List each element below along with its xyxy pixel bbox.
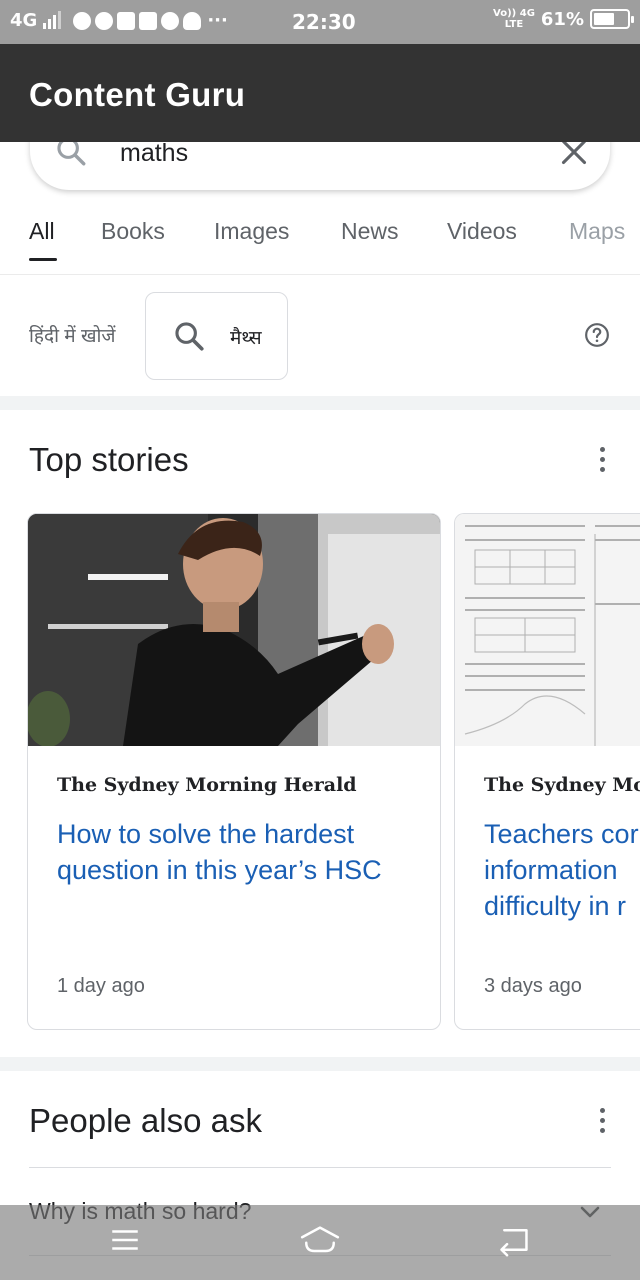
status-right: Vo)) 4G LTE 61% [493, 8, 634, 30]
navigation-bar [0, 1205, 640, 1280]
tab-books[interactable]: Books [101, 218, 165, 245]
hindi-chip-label: मैथ्स [230, 328, 262, 349]
hindi-search-row: हिंदी में खोजें मैथ्स [0, 292, 640, 382]
search-icon [172, 319, 206, 358]
tab-maps[interactable]: Maps [569, 218, 625, 245]
tab-all[interactable]: All [29, 218, 55, 245]
story-card[interactable]: The Sydney Mornin Teachers cor informati… [454, 513, 640, 1030]
volte-indicator: Vo)) 4G LTE [493, 8, 535, 30]
story-source: The Sydney Mornin [484, 774, 640, 796]
story-time: 1 day ago [57, 975, 145, 997]
hindi-label: हिंदी में खोजें [29, 326, 116, 347]
close-icon[interactable] [560, 138, 588, 171]
cloud-icon [183, 11, 202, 30]
people-also-ask-title: People also ask [29, 1102, 262, 1139]
story-card[interactable]: The Sydney Morning Herald How to solve t… [27, 513, 441, 1030]
tab-images[interactable]: Images [214, 218, 289, 245]
tab-videos[interactable]: Videos [447, 218, 517, 245]
mail-icon [139, 11, 158, 30]
back-icon[interactable] [496, 1223, 532, 1262]
top-stories-title: Top stories [29, 441, 189, 478]
home-icon[interactable] [298, 1223, 342, 1262]
play-icon [117, 11, 136, 30]
section-separator [0, 1057, 640, 1071]
story-headline[interactable]: Teachers cor information difficulty in r [484, 816, 640, 924]
story-image [28, 514, 440, 746]
volte-top: Vo)) 4G [493, 8, 535, 19]
help-icon[interactable] [584, 322, 610, 353]
search-input[interactable]: maths [120, 139, 188, 168]
chrome-icon [161, 11, 180, 30]
app-bar: Content Guru [0, 44, 640, 142]
volte-bottom: LTE [504, 19, 524, 30]
more-notifications-icon: ··· [207, 10, 228, 31]
app-title: Content Guru [29, 76, 246, 113]
status-left: 4G ··· [10, 10, 228, 31]
battery-fill [594, 13, 614, 25]
tabs-divider [0, 274, 640, 275]
check-icon [95, 11, 114, 30]
more-options-icon[interactable] [600, 447, 606, 477]
story-source: The Sydney Morning Herald [57, 774, 357, 796]
signal-icon [43, 10, 62, 29]
story-time: 3 days ago [484, 975, 582, 997]
tab-news[interactable]: News [341, 218, 399, 245]
notification-icons [73, 11, 202, 30]
story-headline[interactable]: How to solve the hardest question in thi… [57, 816, 417, 888]
hindi-search-chip[interactable]: मैथ्स [145, 292, 288, 380]
section-separator [0, 396, 640, 410]
paa-divider [29, 1167, 611, 1168]
more-options-icon[interactable] [600, 1108, 606, 1138]
status-bar: 4G ··· 22:30 Vo)) 4G LTE 61% [0, 0, 640, 44]
clock: 22:30 [292, 10, 356, 34]
battery-icon [590, 9, 634, 29]
battery-percent: 61% [540, 8, 584, 30]
menu-icon[interactable] [108, 1223, 142, 1262]
story-image [455, 514, 640, 746]
active-tab-indicator [29, 258, 57, 261]
network-label: 4G [10, 10, 38, 31]
message-icon [73, 11, 92, 30]
search-tabs: All Books Images News Videos Maps [0, 218, 640, 274]
